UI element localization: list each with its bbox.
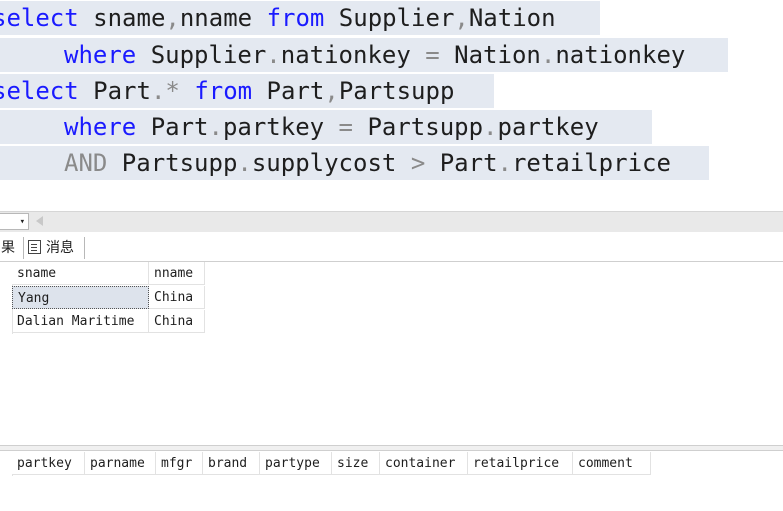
code-token: . [266,41,281,69]
grid-cell[interactable]: Yang [12,286,149,309]
code-token: Partsupp [338,77,455,105]
code-token: Nation [468,4,556,32]
editor-horizontal-scrollbar[interactable]: ▾ [0,211,783,232]
code-token: retailprice [511,149,671,177]
code-token: Partsupp [353,113,484,141]
code-token: Supplier [324,4,455,32]
code-token: nname [179,4,267,32]
code-line-4[interactable]: where Part.partkey = Partsupp.partkey [0,110,652,144]
code-token: . [208,113,223,141]
code-token: nationkey [555,41,686,69]
grid-cell[interactable]: China [149,310,205,333]
chevron-down-icon: ▾ [19,217,25,227]
code-token: . [483,113,498,141]
code-token: . [497,149,512,177]
column-header-partype[interactable]: partype [260,452,332,475]
column-header-size[interactable]: size [332,452,380,475]
code-line-3[interactable]: select Part.* from Part,Partsupp [0,74,494,108]
code-token: Part [136,113,209,141]
code-token: = [338,113,353,141]
code-token: AND [64,149,108,177]
code-token: . [237,149,252,177]
code-token: select [0,77,79,105]
tab-results[interactable]: 果 [0,237,24,259]
code-token: Part [78,77,151,105]
code-line-2[interactable]: where Supplier.nationkey = Nation.nation… [0,38,728,72]
results-pane-divider[interactable] [0,445,783,451]
result-grid-2[interactable]: partkey parname mfgr brand partype size contai… [0,452,783,511]
code-token: partkey [222,113,339,141]
sql-editor[interactable]: select sname,nname from Supplier,Nation … [0,0,783,184]
column-header-comment[interactable]: comment [573,452,651,475]
column-header-brand[interactable]: brand [203,452,260,475]
code-token: , [324,77,339,105]
code-line-5[interactable]: AND Partsupp.supplycost > Part.retailpri… [0,146,709,180]
code-token: > [410,149,426,177]
column-header-parname[interactable]: parname [85,452,156,475]
column-header-mfgr[interactable]: mfgr [156,452,203,475]
code-token: Partsupp [107,149,238,177]
grid-cell[interactable]: China [149,286,205,309]
results-tab-strip: 果 消息 [0,234,783,262]
tab-messages[interactable]: 消息 [28,237,85,259]
code-line-1[interactable]: select sname,nname from Supplier,Nation [0,1,600,35]
tab-results-label: 果 [1,240,15,256]
code-token: Part [425,149,498,177]
code-token: select [0,4,79,32]
column-header-container[interactable]: container [380,452,468,475]
column-header-sname[interactable]: sname [12,262,149,285]
column-header-partkey[interactable]: partkey [12,452,85,475]
code-token: = [425,41,440,69]
column-header-nname[interactable]: nname [149,262,205,285]
code-token: where [64,41,137,69]
messages-icon [28,240,41,254]
code-token: . [540,41,556,69]
tab-messages-label: 消息 [46,240,74,256]
code-token: from [194,77,253,105]
code-token: , [165,4,180,32]
code-token: , [454,4,469,32]
code-token: from [266,4,325,32]
code-token: Part [252,77,325,105]
scroll-left-arrow-icon[interactable] [36,216,43,226]
column-header-retailprice[interactable]: retailprice [468,452,573,475]
code-token: Supplier [136,41,267,69]
code-token: Nation [439,41,541,69]
result-grid-1[interactable]: sname Yang Dalian Maritime nname China China [0,262,783,444]
code-token: supplycost [251,149,411,177]
grid-cell[interactable]: Dalian Maritime [12,310,149,333]
code-token: partkey [497,113,599,141]
code-token: nationkey [280,41,426,69]
code-token: sname [78,4,166,32]
code-token: .* [150,77,180,105]
zoom-dropdown[interactable]: ▾ [0,213,29,230]
code-token: where [64,113,137,141]
